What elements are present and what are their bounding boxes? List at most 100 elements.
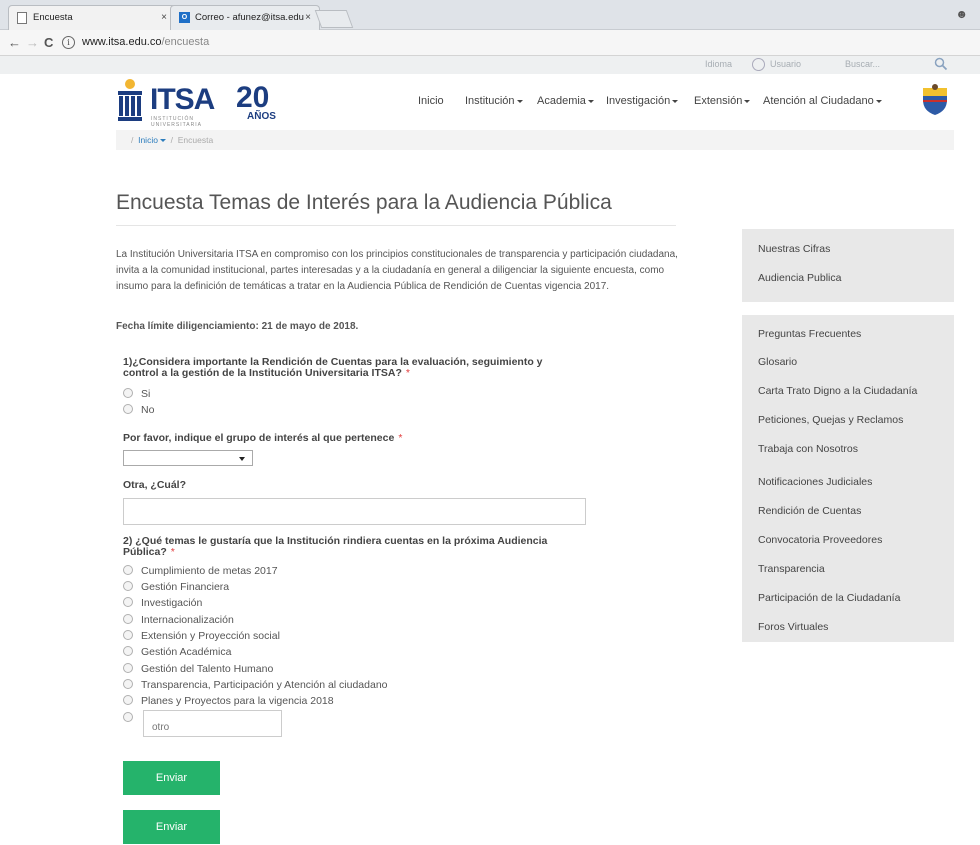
nav-institucion[interactable]: Institución	[465, 95, 523, 107]
q2-option-transparencia[interactable]: Transparencia, Participación y Atención …	[123, 679, 388, 693]
question-2-line2-text: Pública?	[123, 546, 167, 558]
submit-button[interactable]: Enviar	[123, 761, 220, 795]
caret-down-icon	[672, 99, 679, 103]
question-2-line1: 2) ¿Qué temas le gustaría que la Institu…	[123, 535, 548, 547]
caret-down-icon	[516, 99, 523, 103]
sidebar-item-notificaciones-judiciales[interactable]: Notificaciones Judiciales	[758, 476, 872, 488]
caret-down-icon	[587, 99, 594, 103]
question-2-label: 2) ¿Qué temas le gustaría que la Institu…	[123, 536, 547, 558]
deadline-text: Fecha límite diligenciamiento: 21 de may…	[116, 321, 359, 332]
option-label: Cumplimiento de metas 2017	[141, 565, 278, 577]
required-marker: *	[405, 367, 410, 379]
sidebar-item-nuestras-cifras[interactable]: Nuestras Cifras	[758, 243, 830, 255]
q2-option-metas[interactable]: Cumplimiento de metas 2017	[123, 565, 278, 579]
back-icon[interactable]: ←	[8, 35, 21, 50]
tab-encuesta[interactable]: Encuesta ×	[8, 5, 176, 30]
option-label: Transparencia, Participación y Atención …	[141, 679, 388, 691]
submit-button-2[interactable]: Enviar	[123, 810, 220, 844]
q2-option-financiera[interactable]: Gestión Financiera	[123, 581, 229, 595]
url-path: /encuesta	[161, 36, 210, 48]
brand-name[interactable]: ITSA	[150, 83, 215, 117]
sidebar-item-preguntas-frecuentes[interactable]: Preguntas Frecuentes	[758, 328, 861, 340]
question-1-line2: control a la gestión de la Institución U…	[123, 368, 543, 379]
q2-option-extension[interactable]: Extensión y Proyección social	[123, 630, 280, 644]
close-icon[interactable]: ×	[161, 12, 167, 23]
other-input[interactable]	[123, 498, 586, 525]
sidebar-item-foros-virtuales[interactable]: Foros Virtuales	[758, 621, 828, 633]
reload-icon[interactable]: C	[44, 35, 53, 50]
search-input[interactable]: Buscar...	[845, 59, 880, 69]
option-label: Planes y Proyectos para la vigencia 2018	[141, 695, 334, 707]
info-icon[interactable]: i	[62, 36, 75, 49]
sidebar-item-convocatoria-proveedores[interactable]: Convocatoria Proveedores	[758, 534, 882, 546]
radio-button[interactable]	[123, 581, 133, 592]
radio-button[interactable]	[123, 614, 133, 625]
search-icon[interactable]	[934, 57, 948, 71]
q2-option-otro[interactable]	[123, 712, 141, 726]
breadcrumb-home[interactable]: Inicio	[138, 135, 158, 145]
sidebar-item-pqr[interactable]: Peticiones, Quejas y Reclamos	[758, 414, 903, 426]
caret-down-icon	[744, 99, 751, 103]
breadcrumb: / Inicio / Encuesta	[116, 130, 954, 150]
nav-academia[interactable]: Academia	[537, 95, 594, 107]
nav-label: Investigación	[606, 95, 671, 107]
sidebar-item-transparencia[interactable]: Transparencia	[758, 563, 825, 575]
group-label-text: Por favor, indique el grupo de interés a…	[123, 432, 395, 444]
user-link[interactable]: Usuario	[770, 59, 801, 69]
sidebar-item-trabaja-con-nosotros[interactable]: Trabaja con Nosotros	[758, 443, 858, 455]
url-field[interactable]: www.itsa.edu.co/encuesta	[82, 36, 209, 48]
otro-input[interactable]	[143, 710, 282, 737]
account-icon[interactable]: ☻	[955, 7, 968, 21]
nav-atencion-ciudadano[interactable]: Atención al Ciudadano	[763, 95, 882, 107]
sidebar-group-1	[742, 229, 954, 302]
radio-button[interactable]	[123, 712, 133, 723]
radio-button[interactable]	[123, 663, 133, 674]
option-label: No	[141, 404, 155, 416]
nav-extension[interactable]: Extensión	[694, 95, 751, 107]
radio-button[interactable]	[123, 404, 133, 415]
radio-button[interactable]	[123, 646, 133, 657]
nav-label: Institución	[465, 95, 515, 107]
forward-icon[interactable]: →	[26, 35, 39, 50]
sidebar-item-audiencia-publica[interactable]: Audiencia Publica	[758, 272, 841, 284]
browser-tab-bar: Encuesta × O Correo - afunez@itsa.edu × …	[0, 0, 980, 30]
radio-button[interactable]	[123, 695, 133, 706]
q2-option-investigacion[interactable]: Investigación	[123, 597, 202, 611]
sidebar-item-carta-trato-digno[interactable]: Carta Trato Digno a la Ciudadanía	[758, 385, 917, 397]
group-select[interactable]	[123, 450, 253, 466]
option-label: Extensión y Proyección social	[141, 630, 280, 642]
radio-button[interactable]	[123, 630, 133, 641]
question-1-line2-text: control a la gestión de la Institución U…	[123, 367, 402, 379]
sidebar-item-glosario[interactable]: Glosario	[758, 356, 797, 368]
address-bar: ← → C i www.itsa.edu.co/encuesta	[0, 30, 980, 56]
url-domain: www.itsa.edu.co	[82, 36, 162, 48]
nav-label: Extensión	[694, 95, 743, 107]
new-tab-button[interactable]	[314, 10, 354, 28]
intro-text: La Institución Universitaria ITSA en com…	[116, 249, 678, 292]
q2-option-planes[interactable]: Planes y Proyectos para la vigencia 2018	[123, 695, 334, 709]
language-link[interactable]: Idioma	[705, 59, 732, 69]
q1-option-si[interactable]: Si	[123, 388, 150, 402]
breadcrumb-separator: /	[165, 135, 178, 145]
q1-option-no[interactable]: No	[123, 404, 154, 418]
radio-button[interactable]	[123, 565, 133, 576]
option-label: Gestión del Talento Humano	[141, 663, 274, 675]
utility-bar: Idioma Usuario Buscar...	[0, 56, 980, 74]
anniversary-word: AÑOS	[247, 111, 276, 122]
breadcrumb-current: Encuesta	[177, 135, 214, 145]
sidebar-item-rendicion-cuentas[interactable]: Rendición de Cuentas	[758, 505, 861, 517]
q2-option-talento-humano[interactable]: Gestión del Talento Humano	[123, 663, 273, 677]
q2-option-internacionalizacion[interactable]: Internacionalización	[123, 614, 234, 628]
radio-button[interactable]	[123, 388, 133, 399]
radio-button[interactable]	[123, 597, 133, 608]
nav-inicio[interactable]: Inicio	[418, 95, 444, 107]
sidebar-item-participacion-ciudadania[interactable]: Participación de la Ciudadanía	[758, 592, 900, 604]
tab-correo[interactable]: O Correo - afunez@itsa.edu ×	[170, 5, 320, 30]
q2-option-academica[interactable]: Gestión Académica	[123, 646, 231, 660]
radio-button[interactable]	[123, 679, 133, 690]
question-1-label: 1)¿Considera importante la Rendición de …	[123, 357, 543, 379]
page-title: Encuesta Temas de Interés para la Audien…	[116, 191, 612, 214]
nav-investigacion[interactable]: Investigación	[606, 95, 679, 107]
itsa-logo-icon[interactable]	[116, 79, 144, 123]
close-icon[interactable]: ×	[305, 12, 311, 23]
